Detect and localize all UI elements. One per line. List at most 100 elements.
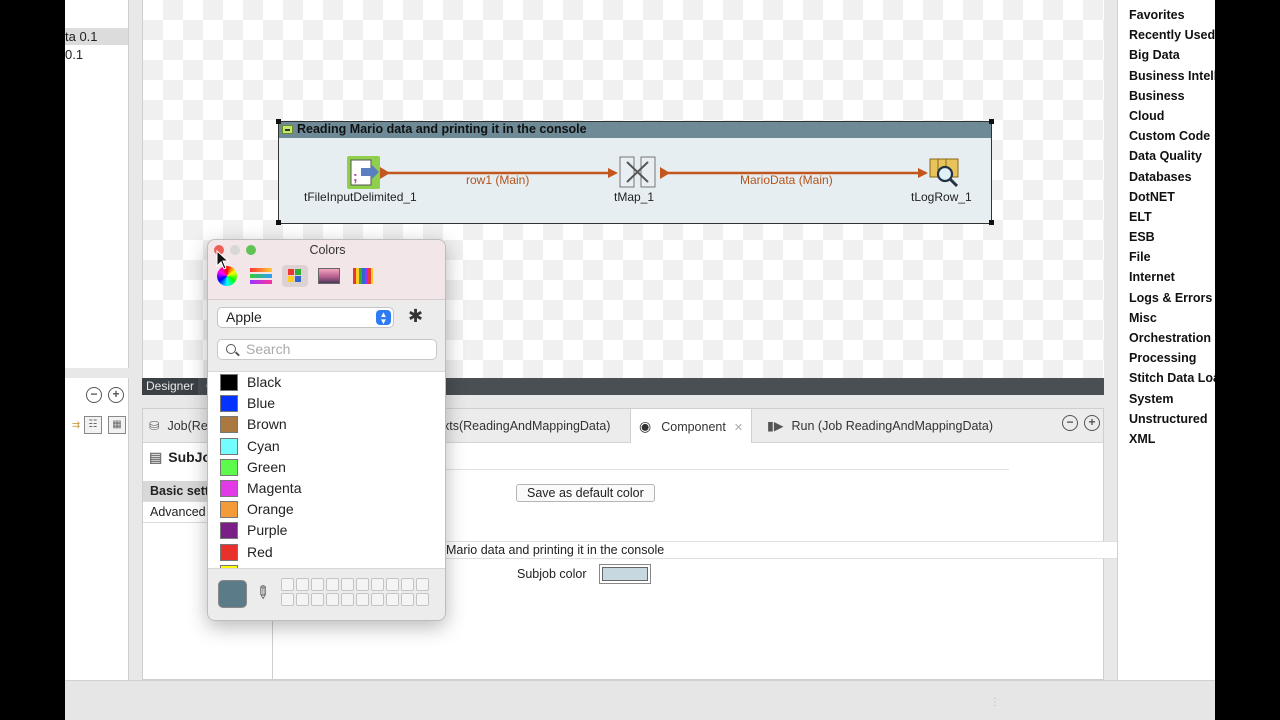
view-header-title: SubJo: [168, 449, 212, 465]
minimize-icon[interactable]: −: [1062, 415, 1078, 431]
color-chip: [220, 501, 238, 519]
maximize-icon[interactable]: +: [1084, 415, 1100, 431]
output-connector: [380, 167, 390, 179]
overview-icon[interactable]: ▦: [108, 416, 126, 434]
image-palettes-icon[interactable]: [316, 265, 342, 287]
color-list-item[interactable]: Red: [208, 542, 445, 563]
color-sliders-icon[interactable]: [248, 265, 274, 287]
saved-swatch-slot[interactable]: [371, 578, 384, 591]
subjob-color-swatch: [602, 567, 648, 581]
color-list-item[interactable]: Cyan: [208, 436, 445, 457]
color-search-input[interactable]: Search: [217, 339, 437, 360]
palette-select[interactable]: Apple ▲ ▼: [217, 307, 394, 328]
saved-swatch-slot[interactable]: [356, 593, 369, 606]
subjob-title-field[interactable]: Mario data and printing it in the consol…: [443, 541, 1161, 559]
palette-category[interactable]: Data Quality: [1118, 146, 1215, 166]
zoom-window-icon[interactable]: [246, 245, 256, 255]
save-as-default-color-button[interactable]: Save as default color: [516, 484, 655, 502]
saved-swatch-slot[interactable]: [386, 593, 399, 606]
minimize-icon[interactable]: −: [86, 387, 102, 403]
palette-category[interactable]: Internet: [1118, 267, 1215, 287]
palette-category[interactable]: DotNET: [1118, 187, 1215, 207]
palette-category[interactable]: Cloud: [1118, 106, 1215, 126]
component-label-tfileinputdelimited[interactable]: tFileInputDelimited_1: [304, 190, 417, 204]
saved-swatch-slot[interactable]: [371, 593, 384, 606]
saved-swatch-slot[interactable]: [311, 578, 324, 591]
palette-category[interactable]: Processing: [1118, 348, 1215, 368]
palette-category[interactable]: Big Data: [1118, 45, 1215, 65]
current-color-well[interactable]: [218, 580, 247, 608]
tab-contexts[interactable]: xts(ReadingAndMappingData): [443, 409, 610, 443]
component-label-tmap[interactable]: tMap_1: [614, 190, 654, 204]
repository-item[interactable]: ta 0.1: [65, 28, 128, 45]
input-connector: [918, 168, 928, 178]
close-icon[interactable]: ✕: [734, 422, 743, 434]
tab-component[interactable]: ◉ Component ✕: [630, 409, 753, 443]
palette-category[interactable]: XML: [1118, 429, 1215, 449]
palette-category[interactable]: ESB: [1118, 227, 1215, 247]
pencils-icon[interactable]: [350, 265, 376, 287]
palette-select-value: Apple: [226, 309, 262, 325]
palette-category[interactable]: Misc: [1118, 308, 1215, 328]
link-label-mariodata[interactable]: MarioData (Main): [740, 173, 833, 187]
component-label-tlogrow[interactable]: tLogRow_1: [911, 190, 972, 204]
color-name: Orange: [247, 501, 294, 518]
saved-swatch-slot[interactable]: [296, 578, 309, 591]
saved-swatch-slot[interactable]: [326, 578, 339, 591]
palette-category[interactable]: Favorites: [1118, 5, 1215, 25]
color-list-item[interactable]: Orange: [208, 499, 445, 520]
folder-icon[interactable]: ⇉: [67, 418, 85, 436]
color-list-item[interactable]: Magenta: [208, 478, 445, 499]
palette-category[interactable]: Logs & Errors: [1118, 288, 1215, 308]
saved-swatch-slot[interactable]: [311, 593, 324, 606]
saved-swatch-slot[interactable]: [341, 593, 354, 606]
color-name: Red: [247, 543, 273, 560]
gear-icon[interactable]: ✱: [408, 306, 423, 326]
subjob-color-button[interactable]: [599, 564, 651, 584]
color-list-item[interactable]: Blue: [208, 393, 445, 414]
color-list-item[interactable]: Green: [208, 457, 445, 478]
minimize-window-icon[interactable]: [230, 245, 240, 255]
saved-swatch-slot[interactable]: [416, 593, 429, 606]
colors-footer: ✎: [208, 568, 445, 620]
saved-swatch-slot[interactable]: [416, 578, 429, 591]
eyedropper-icon[interactable]: ✎: [250, 581, 275, 605]
palette-category[interactable]: Unstructured: [1118, 409, 1215, 429]
tab-run[interactable]: ▮▶ Run (Job ReadingAndMappingData): [767, 409, 993, 443]
palette-category[interactable]: Orchestration: [1118, 328, 1215, 348]
palette-category[interactable]: ELT: [1118, 207, 1215, 227]
saved-swatch-slot[interactable]: [386, 578, 399, 591]
component-palette: Favorites Recently Used Big Data Business I…: [1117, 0, 1215, 680]
palette-category[interactable]: File: [1118, 247, 1215, 267]
saved-swatch-slot[interactable]: [281, 578, 294, 591]
palette-category[interactable]: Stitch Data Loader: [1118, 368, 1215, 388]
palette-category[interactable]: Custom Code: [1118, 126, 1215, 146]
color-palettes-icon[interactable]: [282, 265, 308, 287]
repository-item[interactable]: 0.1: [65, 46, 128, 63]
saved-swatch-slot[interactable]: [401, 578, 414, 591]
tab-designer[interactable]: Designer: [142, 378, 199, 395]
tab-job[interactable]: ⛁ Job(Re: [149, 409, 208, 443]
repository-panel: ta 0.1 0.1: [65, 0, 129, 368]
color-list-item[interactable]: Brown: [208, 414, 445, 435]
outline-tree-icon[interactable]: ☷: [84, 416, 102, 434]
palette-category[interactable]: System: [1118, 389, 1215, 409]
saved-swatch-slot[interactable]: [356, 578, 369, 591]
palette-category[interactable]: Business: [1118, 86, 1215, 106]
color-chip: [220, 395, 238, 413]
color-list-item[interactable]: Black: [208, 372, 445, 393]
link-label-row1[interactable]: row1 (Main): [466, 173, 529, 187]
color-name: Green: [247, 458, 286, 475]
saved-swatch-slot[interactable]: [341, 578, 354, 591]
maximize-icon[interactable]: +: [108, 387, 124, 403]
saved-swatch-slot[interactable]: [296, 593, 309, 606]
color-chip: [220, 522, 238, 540]
saved-swatch-slot[interactable]: [281, 593, 294, 606]
palette-category[interactable]: Business Intelligence: [1118, 66, 1215, 86]
saved-swatch-slot[interactable]: [326, 593, 339, 606]
colors-panel[interactable]: Colors Apple ▲ ▼ ✱ Search Black Blue Bro…: [207, 239, 446, 621]
saved-swatch-slot[interactable]: [401, 593, 414, 606]
palette-category[interactable]: Databases: [1118, 167, 1215, 187]
color-list-item[interactable]: Purple: [208, 520, 445, 541]
palette-category[interactable]: Recently Used: [1118, 25, 1215, 45]
